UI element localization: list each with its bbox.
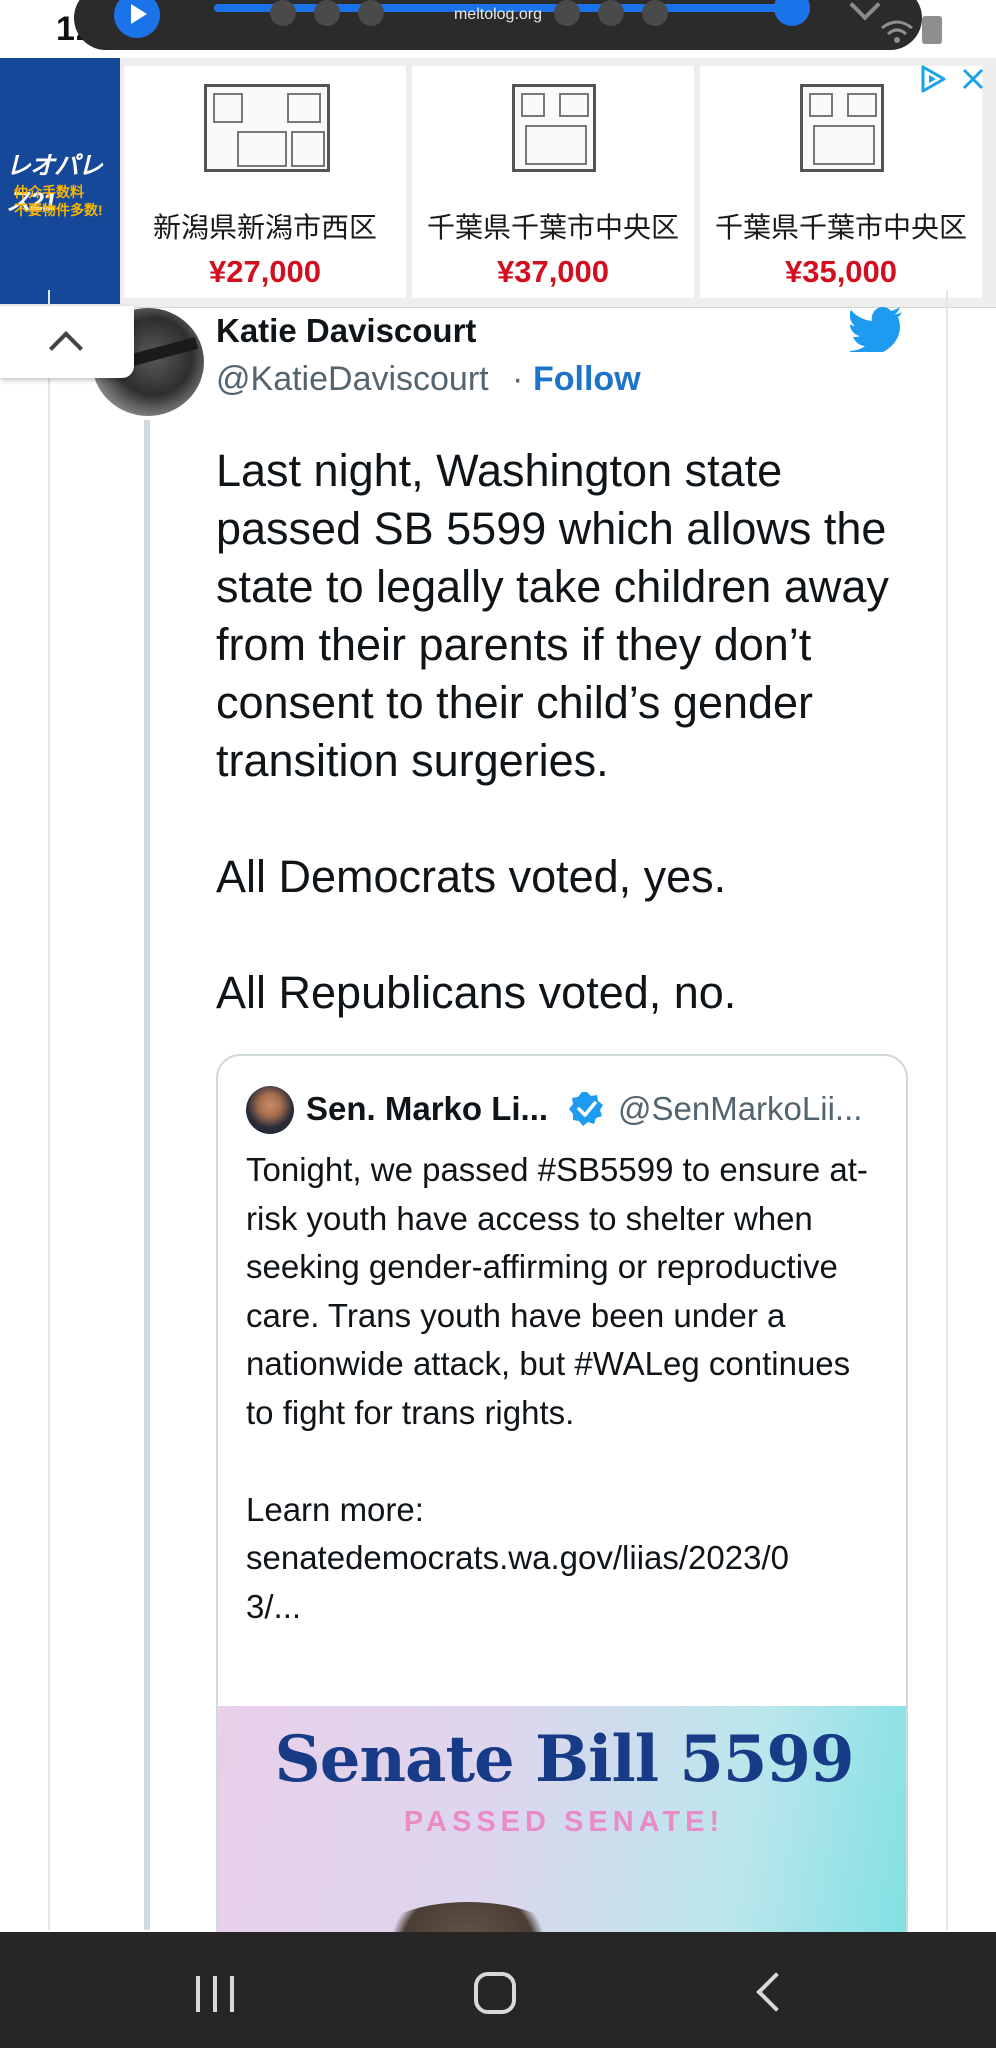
wifi-icon: [881, 20, 913, 43]
quoted-author-avatar[interactable]: [246, 1086, 294, 1134]
ad-listing-price: ¥37,000: [496, 254, 610, 289]
ad-brand-logo[interactable]: レオパレス21 仲介手数料 不要物件多数!: [0, 58, 120, 304]
floorplan-image: [204, 84, 330, 172]
status-bar: 12:35 meltolog.org: [0, 0, 996, 58]
image-subtitle: PASSED SENATE!: [403, 1806, 725, 1838]
ad-listing-location: 千葉県千葉市中央区: [714, 212, 967, 243]
quoted-author-handle: @SenMarkoLii...: [618, 1090, 863, 1127]
system-navigation-bar: [0, 1932, 996, 2048]
media-player-pill[interactable]: meltolog.org: [74, 0, 922, 50]
chevron-up-icon: [49, 331, 83, 365]
author-name[interactable]: Katie Daviscourt: [216, 312, 476, 350]
ad-listing-location: 千葉県千葉市中央区: [426, 212, 679, 243]
quoted-author-name: Sen. Marko Li...: [306, 1090, 549, 1127]
ad-listing-card[interactable]: 千葉県千葉市中央区 ¥37,000: [412, 66, 694, 298]
adchoices-icon[interactable]: [918, 64, 948, 94]
tweet-text: Last night, Washington state passed SB 5…: [216, 442, 916, 1022]
verified-badge-icon: [569, 1092, 603, 1126]
media-source-url: meltolog.org: [453, 6, 543, 23]
quoted-tweet-image[interactable]: Senate Bill 5599 PASSED SENATE!: [218, 1706, 906, 1952]
thread-line: [144, 420, 150, 1930]
ad-listing-price: ¥27,000: [208, 254, 322, 289]
image-title: Senate Bill 5599: [274, 1722, 855, 1797]
tweet-paragraph: All Democrats voted, yes.: [216, 851, 727, 902]
ad-listing-card[interactable]: 新潟県新潟市西区 ¥27,000: [124, 66, 406, 298]
follow-button[interactable]: Follow: [533, 360, 641, 399]
tweet-paragraph: Last night, Washington state passed SB 5…: [216, 445, 902, 786]
collapse-ad-button[interactable]: [0, 306, 134, 378]
tweet-paragraph: All Republicans voted, no.: [216, 967, 737, 1018]
twitter-bird-icon[interactable]: [850, 306, 904, 352]
ad-brand-tagline: 仲介手数料: [14, 184, 84, 200]
quoted-tweet-text: Tonight, we passed #SB5599 to ensure at-…: [246, 1151, 868, 1625]
recents-icon: [213, 1976, 217, 2012]
recents-icon: [230, 1976, 234, 2012]
ad-listing-price: ¥35,000: [784, 254, 898, 289]
floorplan-image: [512, 84, 596, 172]
close-icon[interactable]: [958, 64, 988, 94]
floorplan-image: [800, 84, 884, 172]
ad-listing-location: 新潟県新潟市西区: [152, 212, 377, 243]
author-handle[interactable]: @KatieDaviscourt: [216, 360, 489, 399]
ad-listing-card[interactable]: 千葉県千葉市中央区 ¥35,000: [700, 66, 982, 298]
quoted-tweet[interactable]: Sen. Marko Li... @SenMarkoLii... Tonight…: [216, 1054, 908, 1954]
ad-banner[interactable]: レオパレス21 仲介手数料 不要物件多数! 新潟県新潟市西区 ¥27,000 千…: [0, 58, 996, 308]
recents-icon: [196, 1976, 200, 2012]
ad-brand-tagline: 不要物件多数!: [14, 202, 103, 218]
recents-button[interactable]: [196, 1976, 238, 2012]
home-button[interactable]: [474, 1972, 516, 2014]
battery-icon: [922, 16, 942, 44]
back-button[interactable]: [756, 1972, 796, 2012]
separator: ·: [512, 360, 524, 398]
